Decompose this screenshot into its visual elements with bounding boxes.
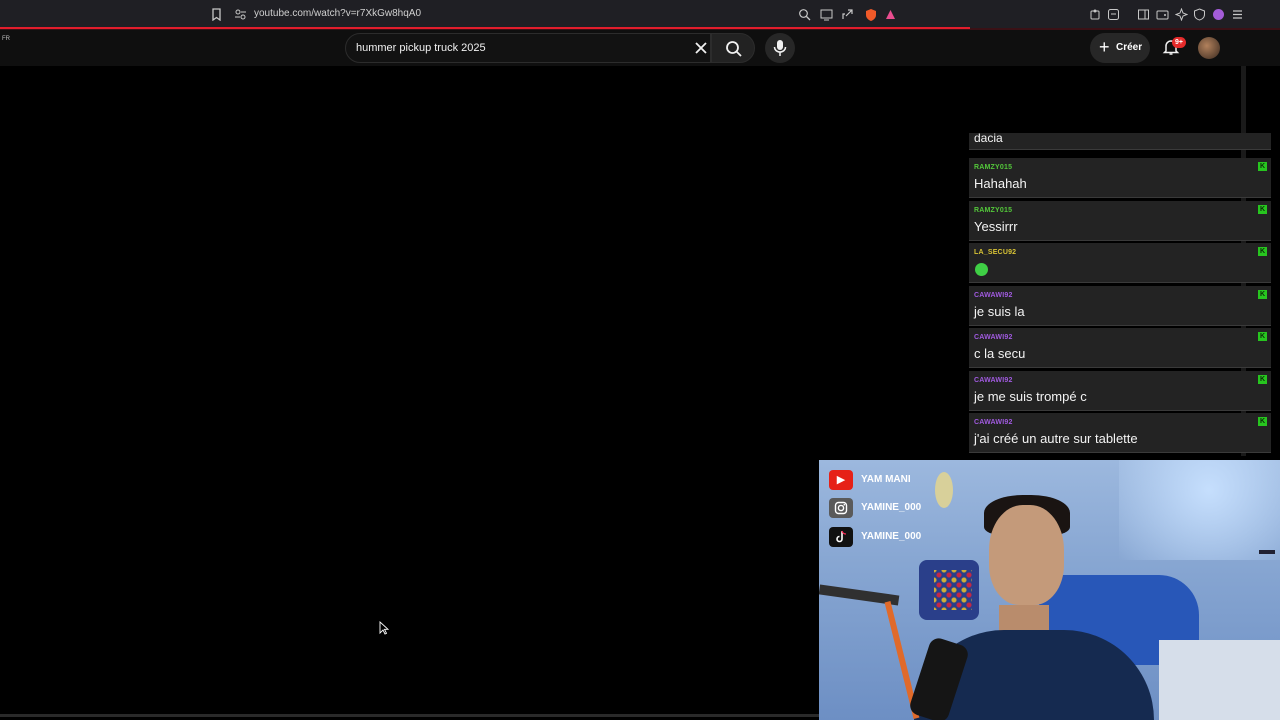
brave-rewards-icon[interactable] [884, 8, 897, 21]
kick-badge-icon: K [1258, 332, 1267, 341]
create-button[interactable]: + Créer [1090, 33, 1150, 63]
chat-message-text: je suis la [974, 303, 1025, 319]
chat-message-text: c la secu [974, 346, 1026, 361]
kick-badge-icon: K [1258, 204, 1267, 214]
chat-username: CAWAWI92 [974, 419, 1013, 426]
chat-username: CAWAWI92 [974, 291, 1013, 299]
microphone-icon [773, 40, 787, 56]
youtube-icon: ▶ [829, 470, 853, 490]
address-bar-url[interactable]: youtube.com/watch?v=r7XkGw8hqA0 [254, 8, 421, 19]
chat-message: CAWAWI92 je me suis trompé c K [969, 370, 1271, 411]
chat-message-text: Yessirrr [974, 218, 1018, 234]
tiktok-icon [829, 527, 853, 547]
leo-ai-icon[interactable] [1174, 7, 1189, 22]
search-query-text[interactable]: hummer pickup truck 2025 [356, 42, 486, 54]
site-settings-icon[interactable] [234, 8, 247, 21]
chat-username: LA_SECU92 [974, 249, 1017, 256]
clear-search-icon[interactable] [694, 38, 708, 59]
chat-username: CAWAWI92 [974, 376, 1013, 384]
vpn-icon[interactable] [1193, 8, 1206, 21]
kick-badge-icon: K [1258, 417, 1267, 426]
extensions-icon[interactable] [1089, 8, 1102, 21]
chat-message: RAMZY015 Yessirrr K [969, 200, 1271, 241]
wallet-icon[interactable] [1156, 8, 1169, 21]
social-instagram-label: YAMINE_000 [861, 502, 922, 513]
profile-extension-icon[interactable] [1212, 8, 1225, 21]
streamer-face [989, 505, 1064, 605]
chat-username: RAMZY015 [974, 164, 1013, 171]
chat-message: CAWAWI92 c la secu K [969, 328, 1271, 368]
whatsapp-green-icon [975, 263, 988, 276]
voice-search-button[interactable] [765, 33, 795, 63]
youtube-header: FR hummer pickup truck 2025 + Créer 9+ [0, 30, 1280, 66]
chat-overlay: RAMZY015 Hahahah K RAMZY015 Yessirrr K LA_SECU… [969, 140, 1271, 460]
social-tiktok-label: YAMINE_000 [861, 531, 922, 542]
kick-badge-icon: K [1258, 374, 1267, 384]
webcam-overlay: ▶ YAM MANI YAMINE_000 YAMINE_000 [819, 460, 1280, 720]
chat-message: CAWAWI92 j'ai créé un autre sur tablette K [969, 413, 1271, 453]
mouse-cursor-icon [379, 621, 389, 635]
chat-message-text: Hahahah [974, 176, 1027, 191]
brave-shield-icon[interactable] [863, 8, 879, 21]
chat-message: CAWAWI92 je suis la K [969, 285, 1271, 326]
video-progress-bar[interactable] [0, 714, 819, 717]
account-avatar[interactable] [1198, 37, 1220, 59]
zoom-icon[interactable] [798, 8, 811, 21]
kick-badge-icon: K [1258, 289, 1267, 299]
social-youtube-label: YAM MANI [861, 474, 911, 485]
search-button[interactable] [711, 33, 755, 63]
create-label: Créer [1116, 42, 1143, 53]
chat-message: RAMZY015 Hahahah K [969, 158, 1271, 198]
chat-message-text: je me suis trompé c [974, 388, 1087, 404]
chat-username: RAMZY015 [974, 206, 1013, 214]
sidebar-icon[interactable] [1137, 8, 1150, 21]
extension-2-icon[interactable] [1107, 8, 1120, 21]
chat-message: LA_SECU92 K [969, 243, 1271, 283]
instagram-icon [829, 498, 853, 518]
install-app-icon[interactable] [820, 8, 833, 21]
browser-toolbar: youtube.com/watch?v=r7XkGw8hqA0 [0, 0, 1280, 30]
chat-message-text: j'ai créé un autre sur tablette [974, 431, 1138, 446]
bookmark-icon[interactable] [210, 8, 223, 22]
wall-light [1119, 460, 1280, 560]
chat-username: CAWAWI92 [974, 334, 1013, 341]
bed-sheet [1159, 640, 1280, 720]
search-icon [726, 41, 742, 57]
wall-lamp [935, 472, 953, 508]
page-load-progress [0, 27, 970, 29]
plus-icon: + [1099, 37, 1110, 57]
kick-badge-icon: K [1258, 162, 1267, 171]
region-label: FR [2, 36, 10, 42]
search-input[interactable]: hummer pickup truck 2025 [345, 33, 711, 63]
kick-badge-icon: K [1258, 247, 1267, 256]
pillow-pattern [934, 570, 972, 610]
door-handle [1259, 550, 1275, 554]
share-icon[interactable] [841, 8, 854, 21]
notification-count-badge: 9+ [1172, 37, 1186, 48]
menu-icon[interactable] [1231, 8, 1244, 21]
